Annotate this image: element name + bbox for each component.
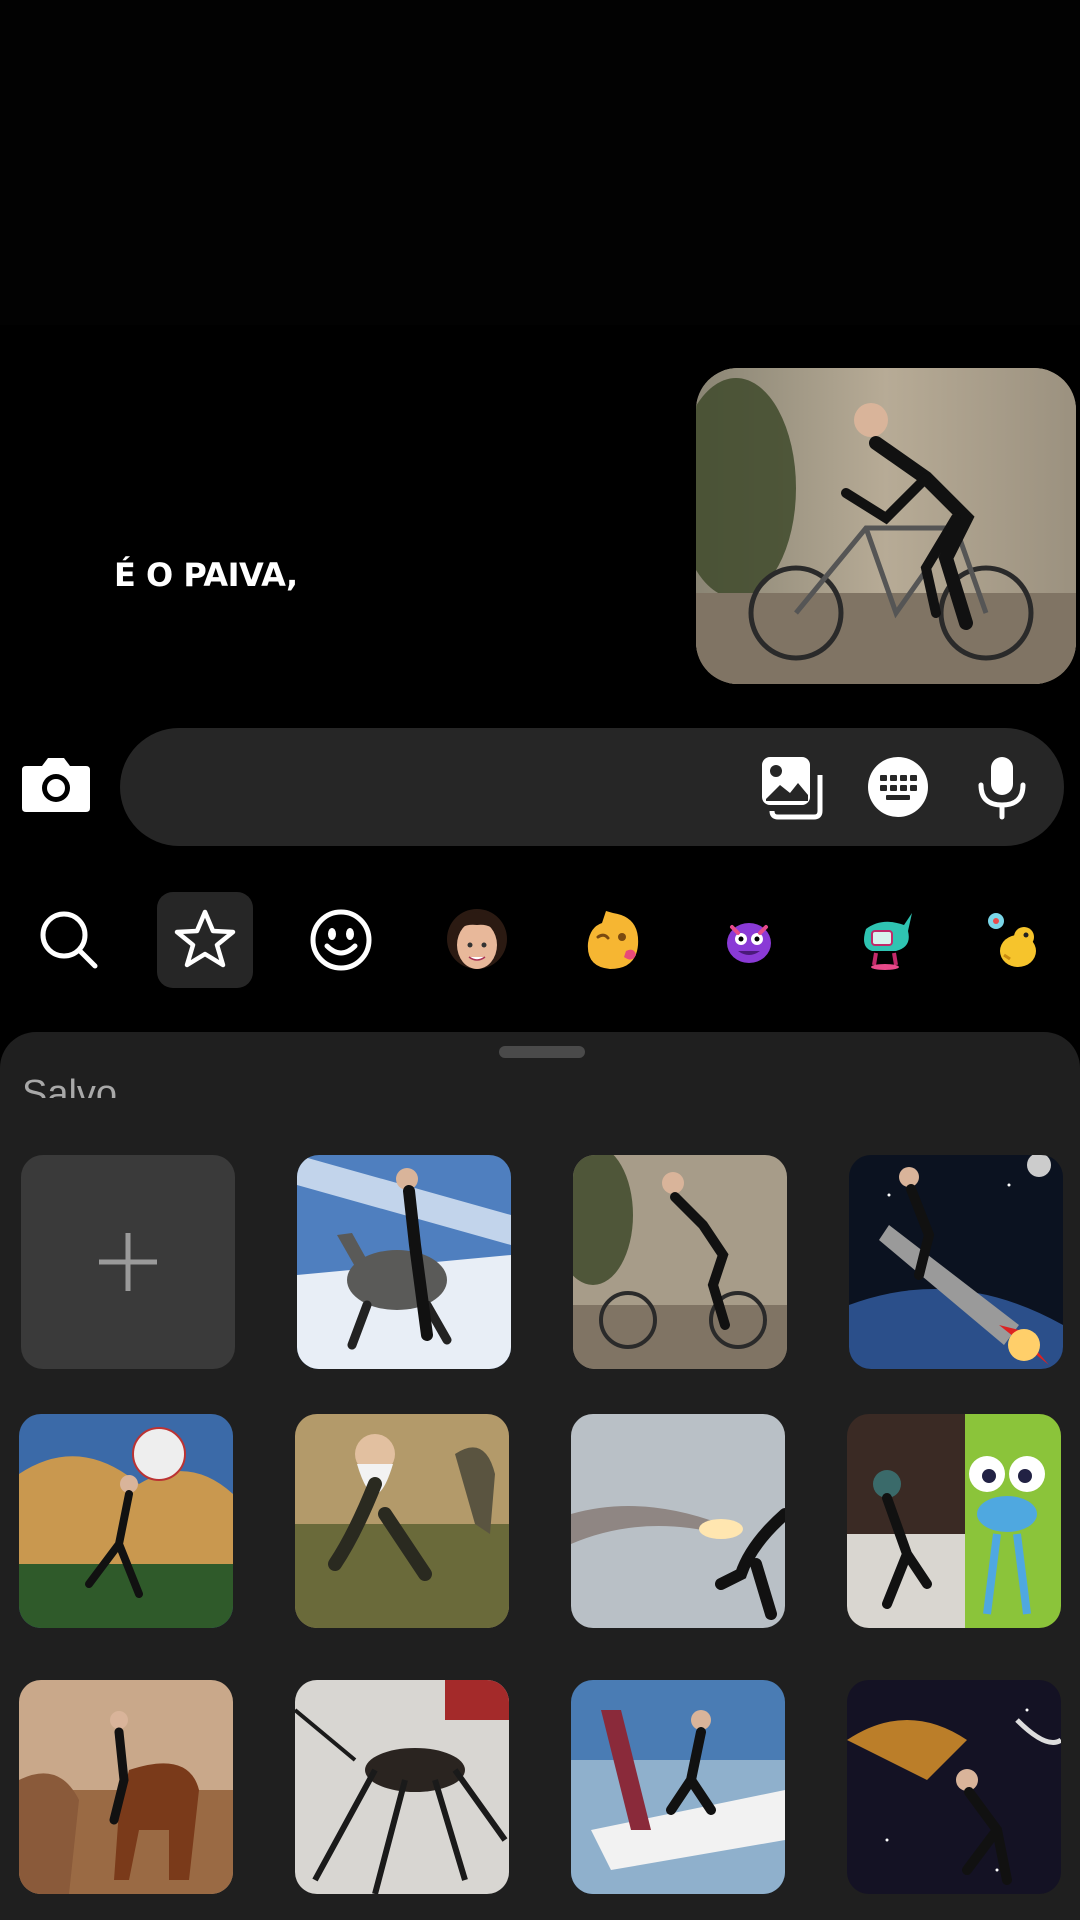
saved-sticker[interactable] [19, 1414, 233, 1628]
section-label-saved: Salvo [22, 1074, 118, 1098]
saved-sticker[interactable] [849, 1155, 1063, 1369]
gallery-icon [762, 757, 823, 820]
saved-sticker[interactable] [571, 1680, 785, 1894]
message-caption: É O PAIVA, [114, 556, 298, 594]
drag-handle[interactable] [499, 1046, 585, 1058]
keyboard-button[interactable] [864, 753, 932, 821]
gallery-button[interactable] [758, 753, 826, 821]
tab-favorites[interactable] [157, 892, 253, 988]
tab-sticker-pack-4[interactable] [973, 892, 1053, 988]
smiley-icon [310, 909, 372, 971]
microphone-button[interactable] [968, 753, 1036, 821]
tab-emoji[interactable] [293, 892, 389, 988]
saved-sticker[interactable] [847, 1680, 1061, 1894]
sent-sticker-bicycle[interactable] [696, 368, 1076, 684]
chat-background [0, 0, 1080, 325]
tab-avatar[interactable] [429, 892, 525, 988]
saved-sticker[interactable] [295, 1680, 509, 1894]
kissing-face-sticker-icon [587, 911, 639, 969]
saved-sticker[interactable] [297, 1155, 511, 1369]
avatar-face-icon [447, 909, 507, 969]
camera-button[interactable] [18, 752, 94, 816]
saved-sticker[interactable] [847, 1414, 1061, 1628]
tab-sticker-pack-2[interactable] [701, 892, 797, 988]
star-icon [174, 909, 236, 968]
purple-monster-sticker-icon [727, 923, 771, 963]
teal-creature-sticker-icon [864, 913, 912, 970]
message-composer[interactable] [120, 728, 1064, 846]
microphone-icon [978, 757, 1026, 820]
tab-sticker-pack-3[interactable] [837, 892, 933, 988]
plus-icon [99, 1233, 157, 1291]
saved-sticker[interactable] [571, 1414, 785, 1628]
chat-area: É O PAIVA, [0, 0, 1080, 710]
keyboard-icon [868, 757, 928, 817]
add-sticker-button[interactable] [21, 1155, 235, 1369]
saved-sticker[interactable] [19, 1680, 233, 1894]
tab-sticker-pack-1[interactable] [565, 892, 661, 988]
saved-sticker[interactable] [295, 1414, 509, 1628]
tab-search[interactable] [21, 892, 117, 988]
saved-sticker[interactable] [573, 1155, 787, 1369]
sticker-tray: Salvo [0, 1032, 1080, 1920]
search-icon [40, 911, 98, 969]
yellow-bird-sticker-icon [988, 913, 1036, 967]
camera-icon [22, 758, 90, 812]
